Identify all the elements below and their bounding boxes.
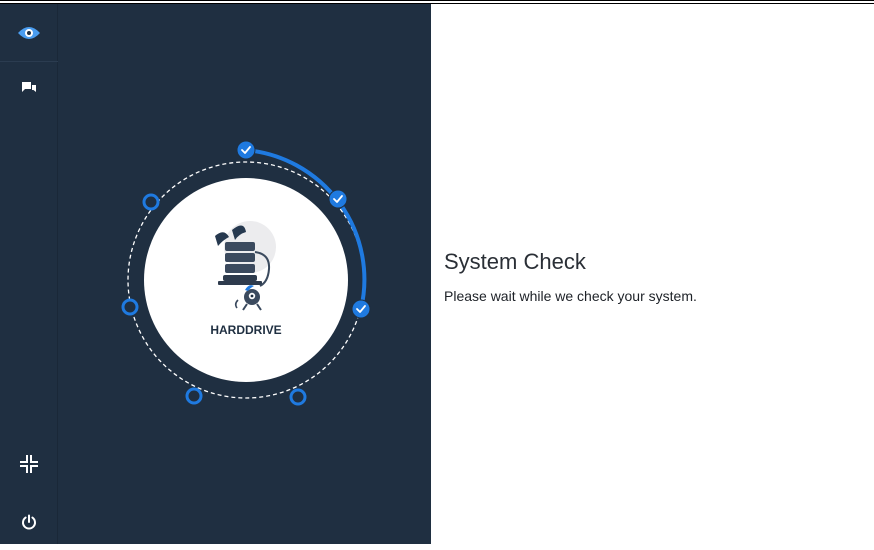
window-top-border [0, 0, 874, 4]
step-marker-pending [289, 388, 307, 406]
sidebar [0, 0, 58, 544]
step-marker-pending [185, 387, 203, 405]
step-marker-3 [351, 299, 371, 319]
current-check-label: HARDDRIVE [210, 323, 281, 337]
step-marker-2 [328, 189, 348, 209]
power-button[interactable] [0, 494, 58, 550]
chat-icon [22, 82, 36, 92]
system-check-visual-panel: HARDDRIVE [58, 4, 431, 544]
minimize-icon [20, 455, 38, 473]
eye-logo-icon [18, 26, 40, 39]
step-marker-pending [142, 193, 160, 211]
step-marker-1 [236, 140, 256, 160]
status-message: Please wait while we check your system. [444, 288, 697, 304]
minimize-button[interactable] [0, 436, 58, 492]
logo-button[interactable] [0, 4, 58, 62]
step-marker-pending [121, 298, 139, 316]
chat-button[interactable] [0, 61, 58, 115]
page-title: System Check [444, 249, 586, 274]
power-icon [22, 514, 36, 530]
progress-ring: HARDDRIVE [121, 140, 371, 406]
